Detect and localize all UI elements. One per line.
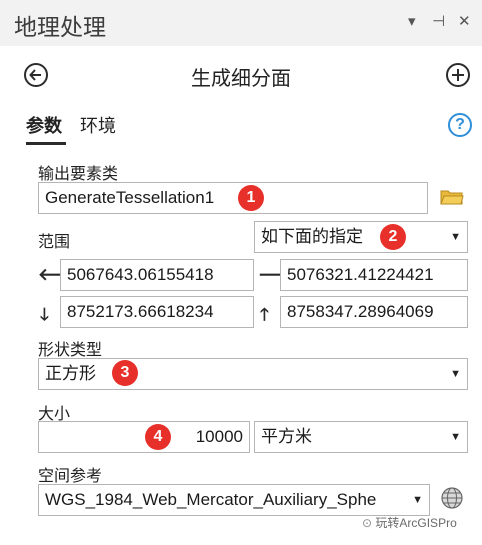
chevron-down-icon: ▼: [412, 494, 423, 506]
extent-dropdown[interactable]: 如下面的指定 ▼: [254, 221, 468, 253]
extent-bottom-input[interactable]: 8752173.66618234: [60, 296, 254, 328]
extent-dropdown-value: 如下面的指定: [261, 227, 363, 246]
extent-top-value: 8758347.28964069: [287, 302, 434, 321]
badge-3: 3: [112, 360, 138, 386]
output-value: GenerateTessellation1: [45, 188, 215, 207]
tool-header: 生成细分面: [0, 52, 482, 98]
size-value: 10000: [195, 427, 243, 446]
help-icon[interactable]: ?: [448, 113, 472, 137]
extent-left-input[interactable]: 5067643.06155418: [60, 259, 254, 291]
shape-type-dropdown[interactable]: 正方形 ▼: [38, 358, 468, 390]
tab-environments[interactable]: 环境: [80, 112, 116, 138]
chevron-down-icon: ▼: [450, 368, 461, 380]
spatial-ref-label: 空间参考: [38, 468, 103, 485]
folder-icon[interactable]: [440, 188, 464, 206]
size-unit-value: 平方米: [261, 427, 312, 446]
tool-title: 生成细分面: [191, 68, 291, 90]
chevron-down-icon: ▼: [450, 431, 461, 443]
close-icon[interactable]: ✕: [458, 12, 471, 30]
extent-bottom-value: 8752173.66618234: [67, 302, 214, 321]
arrow-down-extent-icon: 🡓: [40, 305, 49, 324]
badge-1: 1: [238, 185, 264, 211]
shape-type-value: 正方形: [45, 364, 96, 383]
active-tab-indicator: [26, 142, 66, 145]
badge-2: 2: [380, 224, 406, 250]
extent-left-value: 5067643.06155418: [67, 265, 214, 284]
extent-top-input[interactable]: 8758347.28964069: [280, 296, 468, 328]
panel-menu-icon[interactable]: ▾: [408, 12, 416, 30]
extent-label: 范围: [38, 234, 71, 251]
add-button[interactable]: [446, 63, 470, 87]
badge-4: 4: [145, 424, 171, 450]
arrow-up-extent-icon: 🡑: [260, 305, 269, 324]
extent-right-value: 5076321.41224421: [287, 265, 434, 284]
plus-icon: [452, 69, 464, 81]
size-unit-dropdown[interactable]: 平方米 ▼: [254, 421, 468, 453]
extent-right-input[interactable]: 5076321.41224421: [280, 259, 468, 291]
shape-type-label: 形状类型: [38, 342, 103, 359]
panel-title: 地理处理: [14, 14, 106, 40]
watermark-text: ⊙ 玩转ArcGISPro: [362, 516, 457, 530]
spatial-ref-dropdown[interactable]: WGS_1984_Web_Mercator_Auxiliary_Sphe ▼: [38, 484, 430, 516]
chevron-down-icon: ▼: [450, 231, 461, 243]
wechat-icon: ⊙: [362, 516, 376, 530]
panel-titlebar: 地理处理 ▾ ⊣ ✕: [0, 0, 482, 46]
pin-icon[interactable]: ⊣: [432, 12, 445, 30]
tab-parameters[interactable]: 参数: [26, 112, 62, 138]
spatial-ref-value: WGS_1984_Web_Mercator_Auxiliary_Sphe: [45, 490, 377, 509]
size-input[interactable]: 10000: [38, 421, 250, 453]
output-label: 输出要素类: [38, 166, 119, 183]
globe-icon[interactable]: [440, 486, 464, 510]
output-input[interactable]: GenerateTessellation1: [38, 182, 428, 214]
